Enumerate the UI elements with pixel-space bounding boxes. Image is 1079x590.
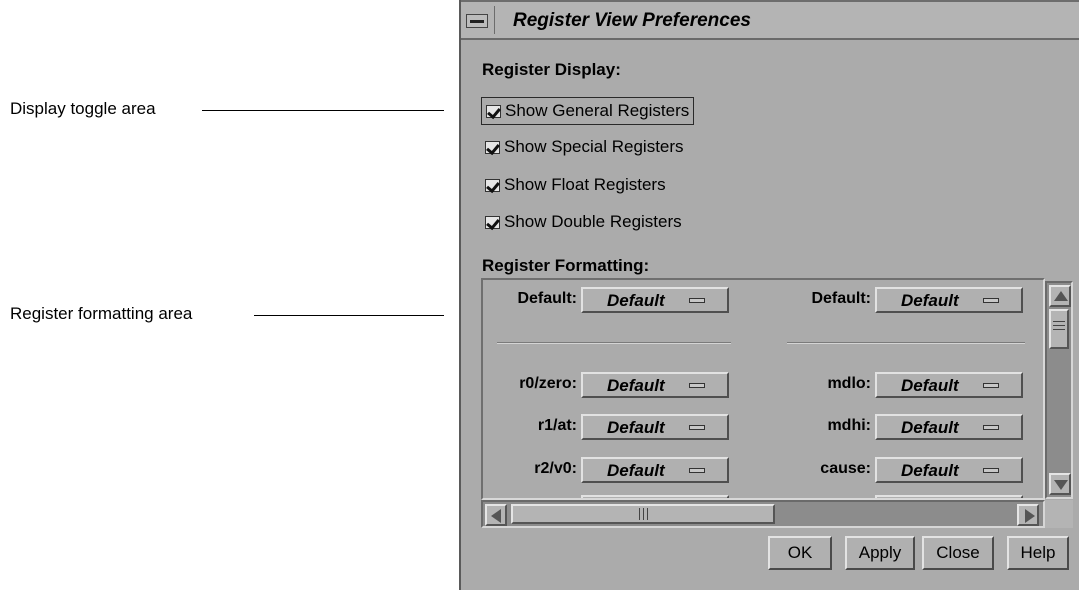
option-menu-indicator-icon — [983, 298, 999, 303]
callout-display-toggle: Display toggle area — [10, 99, 156, 118]
window-menu-icon[interactable] — [466, 14, 488, 28]
register-view-preferences-window: Register View Preferences Register Displ… — [459, 0, 1079, 590]
callout-line-formatting — [254, 315, 444, 316]
option-menu-indicator-icon — [689, 383, 705, 388]
scroll-up-arrow-icon[interactable] — [1049, 285, 1071, 307]
checkmark-icon — [485, 215, 500, 229]
help-button[interactable]: Help — [1007, 536, 1069, 570]
option-value: Default — [607, 418, 665, 437]
checkbox-label: Show Special Registers — [504, 137, 684, 156]
option-value: Default — [901, 418, 959, 437]
horizontal-scrollbar[interactable] — [481, 500, 1045, 528]
register-formatting-panel: Default: Default Default: Default r0/zer… — [481, 278, 1045, 500]
option-value: Default — [901, 461, 959, 480]
option-menu-indicator-icon — [689, 298, 705, 303]
checkmark-icon — [485, 178, 500, 192]
vertical-scroll-thumb[interactable] — [1049, 309, 1069, 349]
checkbox-show-float-registers[interactable]: Show Float Registers — [481, 171, 670, 199]
format-option-menu[interactable]: Default — [581, 372, 729, 398]
format-label: Default: — [517, 290, 577, 307]
format-option-menu[interactable]: Default — [581, 287, 729, 313]
ok-button[interactable]: OK — [768, 536, 832, 570]
format-option-menu[interactable]: Default — [581, 457, 729, 483]
scroll-left-arrow-icon[interactable] — [485, 504, 507, 526]
format-label: r1/at: — [537, 417, 577, 434]
format-label: r0/zero: — [519, 375, 577, 392]
option-value: Default — [901, 376, 959, 395]
vertical-scrollbar[interactable] — [1045, 281, 1073, 499]
checkbox-show-special-registers[interactable]: Show Special Registers — [481, 133, 688, 161]
scroll-right-arrow-icon[interactable] — [1017, 504, 1039, 526]
format-label: Default: — [811, 290, 871, 307]
checkbox-label: Show Double Registers — [504, 212, 682, 231]
format-label: cause: — [820, 460, 871, 477]
option-value: Default — [901, 291, 959, 310]
checkbox-show-double-registers[interactable]: Show Double Registers — [481, 208, 686, 236]
checkbox-show-general-registers[interactable]: Show General Registers — [481, 97, 695, 125]
option-menu-indicator-icon — [983, 425, 999, 430]
option-menu-indicator-icon — [689, 468, 705, 473]
option-menu-indicator-icon — [689, 425, 705, 430]
format-option-menu[interactable]: Default — [581, 414, 729, 440]
title-separator — [494, 6, 495, 34]
checkbox-label: Show General Registers — [505, 101, 690, 120]
callout-register-formatting: Register formatting area — [10, 304, 193, 323]
apply-button[interactable]: Apply — [845, 536, 915, 570]
option-menu-indicator-icon — [983, 383, 999, 388]
title-bar: Register View Preferences — [461, 0, 1079, 40]
option-menu-indicator-icon — [983, 468, 999, 473]
format-option-menu[interactable]: Default — [875, 372, 1023, 398]
format-option-menu[interactable]: Default — [875, 414, 1023, 440]
checkmark-icon — [485, 140, 500, 154]
scroll-corner — [1045, 500, 1073, 528]
option-value: Default — [607, 291, 665, 310]
format-label: r2/v0: — [534, 460, 577, 477]
checkmark-icon — [486, 104, 501, 118]
scroll-down-arrow-icon[interactable] — [1049, 473, 1071, 495]
checkbox-label: Show Float Registers — [504, 175, 666, 194]
callout-line-display — [202, 110, 444, 111]
horizontal-scroll-thumb[interactable] — [511, 504, 775, 524]
format-label: mdhi: — [827, 417, 871, 434]
option-value: Default — [607, 376, 665, 395]
format-option-menu[interactable]: Default — [875, 287, 1023, 313]
register-formatting-heading: Register Formatting: — [482, 256, 650, 275]
separator — [787, 342, 1025, 344]
close-button[interactable]: Close — [922, 536, 994, 570]
option-value: Default — [607, 461, 665, 480]
format-option-menu[interactable]: Default — [875, 457, 1023, 483]
separator — [497, 342, 731, 344]
window-title: Register View Preferences — [513, 10, 751, 31]
format-label: mdlo: — [827, 375, 871, 392]
register-display-heading: Register Display: — [482, 60, 621, 79]
